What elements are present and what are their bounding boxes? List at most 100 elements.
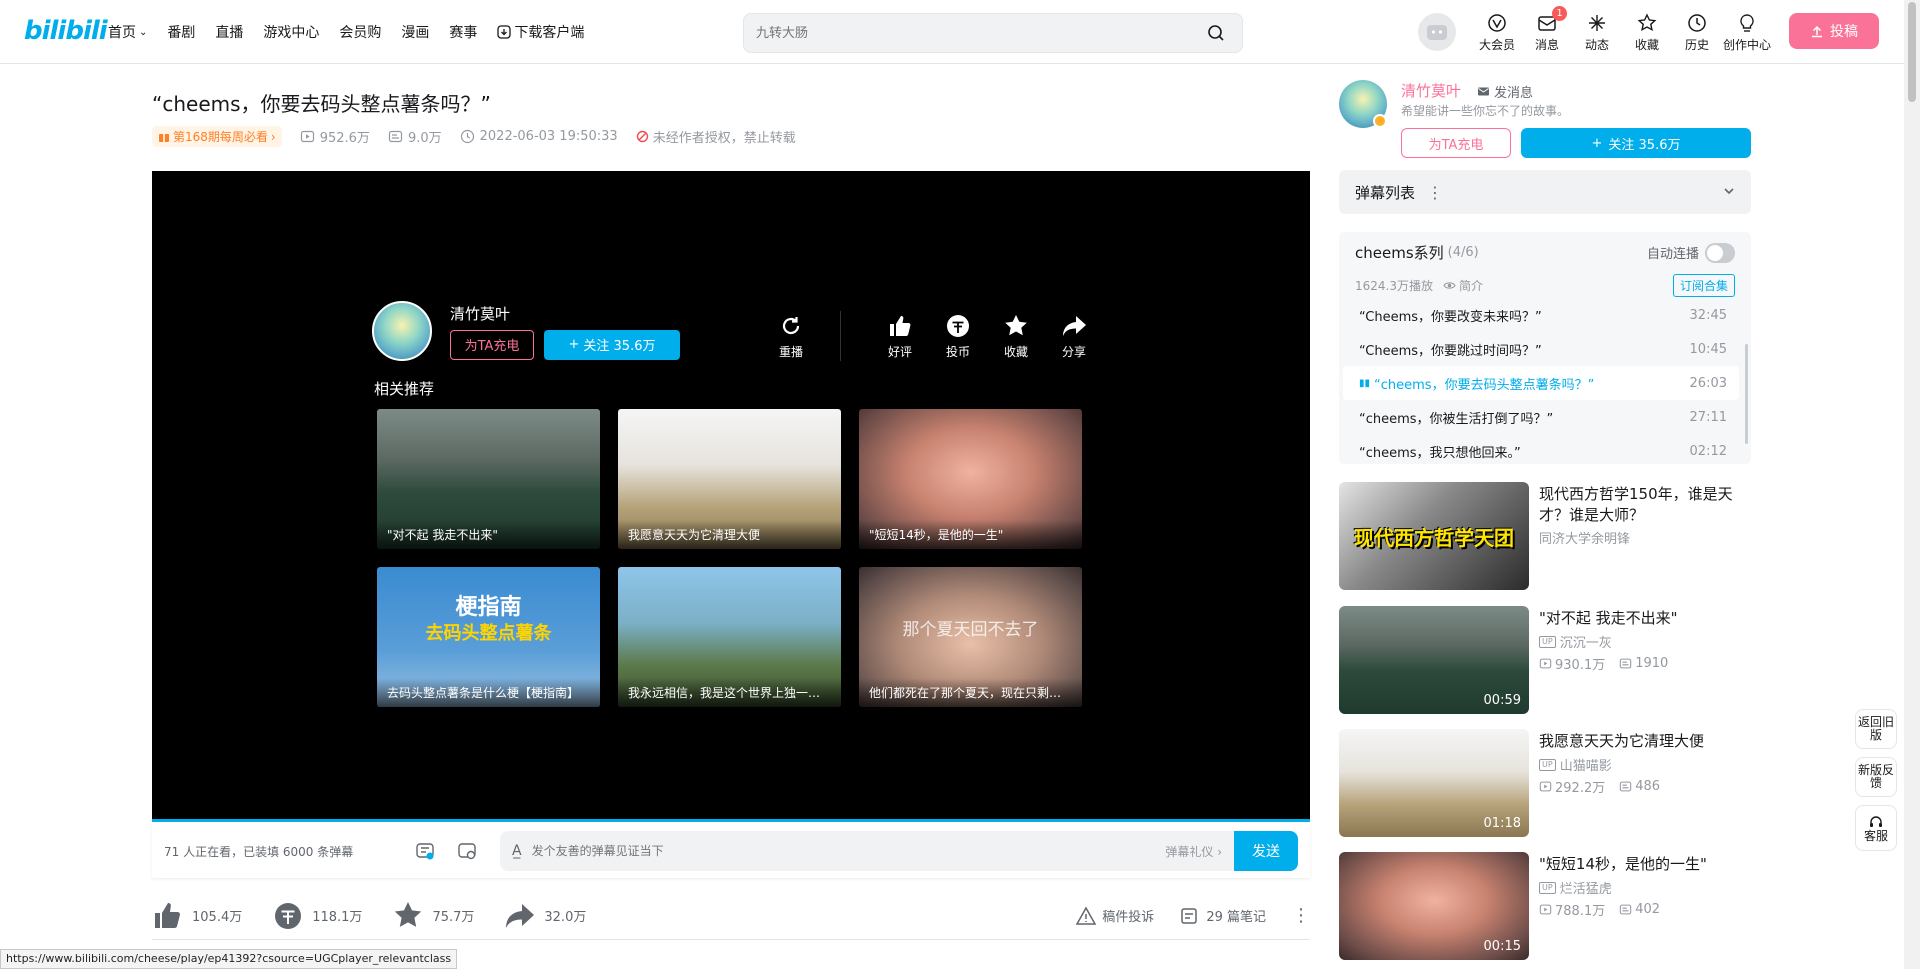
back-to-old-version-button[interactable]: 返回旧版 — [1855, 709, 1897, 749]
favorite-button[interactable]: 75.7万 — [392, 900, 474, 932]
customer-service-button[interactable]: 客服 — [1855, 805, 1897, 851]
episode-item[interactable]: “cheems，我只想他回来。” 02:12 — [1343, 434, 1739, 464]
search-button[interactable] — [1202, 19, 1230, 47]
replay-button[interactable]: 重播 — [762, 313, 820, 360]
endscreen-follow-button[interactable]: + 关注 35.6万 — [544, 329, 680, 360]
side-video-title[interactable]: 现代西方哲学150年，谁是天才？谁是大师？ — [1539, 484, 1749, 526]
chevron-down-icon[interactable] — [1723, 183, 1735, 201]
episode-item[interactable]: “Cheems，你要改变未来吗？” 32:45 — [1343, 298, 1739, 332]
publish-date-value: 2022-06-03 19:50:33 — [479, 129, 618, 144]
episode-item[interactable]: “cheems，你被生活打倒了吗？” 27:11 — [1343, 400, 1739, 434]
video-thumbnail[interactable]: 00:59 — [1339, 606, 1529, 714]
share-button[interactable]: 32.0万 — [504, 900, 586, 932]
side-video-up[interactable]: UP 山猫喵影 — [1539, 755, 1612, 774]
coin-button[interactable]: 118.1万 — [272, 900, 362, 932]
nav-download-label: 下载客户端 — [514, 25, 585, 41]
side-video-title[interactable]: "对不起 我走不出来" — [1539, 608, 1749, 629]
send-message-link[interactable]: 发消息 — [1477, 82, 1533, 101]
follow-button[interactable]: + 关注 35.6万 — [1521, 128, 1751, 158]
endscreen-coin-button[interactable]: 投币 — [929, 313, 987, 360]
episode-list-scrollbar[interactable] — [1745, 344, 1748, 444]
nav-manga[interactable]: 漫画 — [401, 22, 429, 42]
video-thumbnail[interactable]: 01:18 — [1339, 729, 1529, 837]
progress-bar[interactable] — [152, 819, 1310, 822]
series-title[interactable]: cheems系列 — [1355, 242, 1444, 263]
report-button[interactable]: 稿件投诉 — [1076, 905, 1154, 926]
status-bar-url: https://www.bilibili.com/cheese/play/ep4… — [0, 949, 458, 969]
endscreen-fav-button[interactable]: 收藏 — [987, 313, 1045, 360]
nav-favorites[interactable]: 收藏 — [1622, 12, 1672, 53]
side-video-title[interactable]: "短短14秒，是他的一生" — [1539, 854, 1749, 875]
charge-button[interactable]: 为TA充电 — [1401, 128, 1511, 158]
side-recommend-card[interactable]: 00:59 "对不起 我走不出来" UP 沉沉一灰 930.1万 1910 — [1339, 606, 1759, 714]
episode-item-active[interactable]: ▮▮ “cheems，你要去码头整点薯条吗？” 26:03 — [1343, 366, 1739, 400]
nav-mall[interactable]: 会员购 — [339, 22, 381, 42]
tv-avatar-icon — [1427, 25, 1447, 40]
nav-match[interactable]: 赛事 — [449, 22, 477, 42]
side-video-up[interactable]: UP 沉沉一灰 — [1539, 632, 1612, 651]
endscreen-up-name[interactable]: 清竹莫叶 — [450, 303, 680, 324]
nav-bangumi[interactable]: 番剧 — [167, 22, 195, 42]
endscreen-up-avatar[interactable] — [372, 301, 432, 361]
video-player[interactable]: 清竹莫叶 为TA充电 + 关注 35.6万 重播 好评 投币 收藏 分享 相关推… — [152, 171, 1310, 821]
weekly-badge[interactable]: 第168期每周必看 › — [152, 126, 282, 147]
nav-download[interactable]: 下载客户端 — [497, 22, 584, 42]
replay-label: 重播 — [778, 344, 803, 359]
endscreen-charge-button[interactable]: 为TA充电 — [450, 329, 534, 360]
danmaku-list-panel[interactable]: 弹幕列表 ⋮ — [1339, 170, 1751, 214]
nav-history[interactable]: 历史 — [1672, 12, 1722, 53]
danmaku-toggle[interactable] — [404, 841, 446, 861]
nav-creator[interactable]: 创作中心 — [1722, 12, 1772, 53]
danmaku-send-button[interactable]: 发送 — [1234, 831, 1298, 871]
up-name[interactable]: 清竹莫叶 — [1401, 80, 1461, 101]
customer-service-label: 客服 — [1863, 828, 1888, 843]
side-video-up-name: 烂活猛虎 — [1559, 882, 1612, 897]
related-video-card[interactable]: 我愿意天天为它清理大便 — [618, 409, 841, 549]
user-avatar[interactable] — [1418, 13, 1456, 51]
bilibili-logo[interactable]: bilibili — [24, 16, 108, 46]
series-intro[interactable]: 简介 — [1443, 277, 1483, 294]
side-video-up[interactable]: UP 烂活猛虎 — [1539, 878, 1612, 897]
up-avatar[interactable] — [1339, 80, 1387, 128]
danmaku-settings-icon — [458, 843, 476, 860]
notes-button[interactable]: 29 篇笔记 — [1180, 906, 1266, 926]
danmaku-input[interactable] — [531, 844, 1156, 858]
nav-dynamic[interactable]: 动态 — [1572, 12, 1622, 53]
endscreen-like-button[interactable]: 好评 — [871, 313, 929, 360]
feedback-button[interactable]: 新版反馈 — [1855, 757, 1897, 797]
nav-home[interactable]: 首页 ⌄ — [108, 22, 147, 42]
side-recommend-card[interactable]: 现代西方哲学天团 现代西方哲学150年，谁是天才？谁是大师？ 同济大学余明锋 — [1339, 482, 1759, 590]
related-video-card[interactable]: 我永远相信，我是这个世界上独一无二的 — [618, 567, 841, 707]
side-recommend-card[interactable]: 00:15 "短短14秒，是他的一生" UP 烂活猛虎 788.1万 402 — [1339, 852, 1759, 960]
side-video-up[interactable]: 同济大学余明锋 — [1539, 528, 1630, 547]
side-video-title[interactable]: 我愿意天天为它清理大便 — [1539, 731, 1749, 752]
related-video-card[interactable]: "短短14秒，是他的一生" — [859, 409, 1082, 549]
nav-vip[interactable]: 大会员 — [1472, 12, 1522, 53]
upload-button[interactable]: 投稿 — [1789, 13, 1879, 49]
side-video-up-name: 山猫喵影 — [1559, 759, 1612, 774]
text-style-icon[interactable]: A̲ — [512, 843, 522, 859]
episode-item[interactable]: “Cheems，你要跳过时间吗？” 10:45 — [1343, 332, 1739, 366]
series-plays: 1624.3万播放 — [1355, 279, 1433, 293]
danmaku-etiquette-link[interactable]: 弹幕礼仪 › — [1165, 843, 1222, 860]
nav-live[interactable]: 直播 — [215, 22, 243, 42]
nav-message[interactable]: 1 消息 — [1522, 5, 1572, 53]
related-video-card[interactable]: "对不起 我走不出来" — [377, 409, 600, 549]
more-menu-button[interactable]: ⋮ — [1292, 905, 1310, 926]
auto-next-toggle[interactable] — [1705, 242, 1735, 263]
search-input[interactable] — [756, 25, 1202, 41]
side-video-stats: 788.1万 402 — [1539, 900, 1660, 919]
side-recommend-card[interactable]: 01:18 我愿意天天为它清理大便 UP 山猫喵影 292.2万 486 — [1339, 729, 1759, 837]
video-thumbnail[interactable]: 00:15 — [1339, 852, 1529, 960]
page-scrollbar[interactable] — [1904, 0, 1920, 969]
nav-game[interactable]: 游戏中心 — [263, 22, 319, 42]
danmaku-settings[interactable] — [446, 841, 488, 861]
video-thumbnail[interactable]: 现代西方哲学天团 — [1339, 482, 1529, 590]
page-scrollbar-thumb[interactable] — [1908, 2, 1916, 102]
related-video-card[interactable]: 梗指南 去码头整点薯条 去码头整点薯条是什么梗【梗指南】 — [377, 567, 600, 707]
related-video-card[interactable]: 那个夏天回不去了 他们都死在了那个夏天，现在只剩我了 — [859, 567, 1082, 707]
like-button[interactable]: 105.4万 — [152, 900, 242, 932]
more-vertical-icon[interactable]: ⋮ — [1427, 183, 1443, 202]
endscreen-share-button[interactable]: 分享 — [1045, 313, 1103, 360]
subscribe-series-button[interactable]: 订阅合集 — [1672, 274, 1735, 297]
